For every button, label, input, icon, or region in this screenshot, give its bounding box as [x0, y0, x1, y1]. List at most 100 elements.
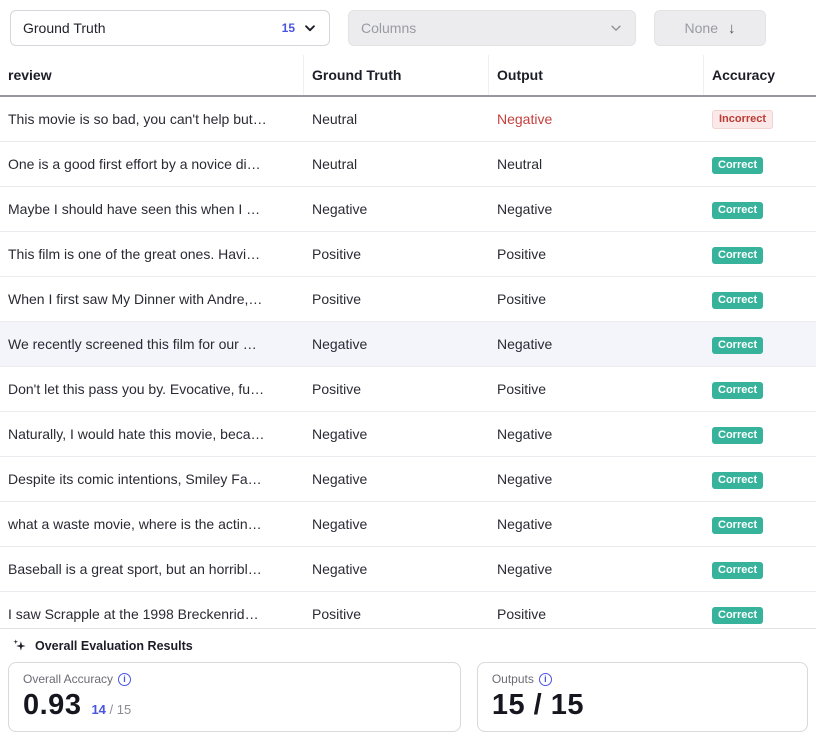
- accuracy-cell: Correct: [704, 515, 816, 534]
- outputs-card: Outputs i 15 / 15: [477, 662, 808, 732]
- ground-truth-cell: Positive: [304, 381, 489, 397]
- info-icon[interactable]: i: [118, 673, 131, 686]
- chevron-down-icon: [303, 21, 317, 35]
- accuracy-numerator: 14: [91, 702, 105, 717]
- columns-dropdown[interactable]: Columns: [348, 10, 636, 46]
- accuracy-badge: Correct: [712, 562, 763, 579]
- output-cell: Neutral: [489, 156, 704, 172]
- sort-button-label: None: [685, 20, 718, 36]
- accuracy-badge: Incorrect: [712, 110, 773, 129]
- ground-truth-cell: Positive: [304, 291, 489, 307]
- output-cell: Negative: [489, 471, 704, 487]
- table-row[interactable]: Despite its comic intentions, Smiley Fa……: [0, 457, 816, 502]
- accuracy-cell: Correct: [704, 605, 816, 624]
- review-cell: One is a good first effort by a novice d…: [0, 156, 304, 172]
- ground-truth-cell: Negative: [304, 201, 489, 217]
- output-cell: Negative: [489, 111, 704, 127]
- accuracy-cell: Correct: [704, 245, 816, 264]
- accuracy-badge: Correct: [712, 517, 763, 534]
- toolbar: Ground Truth 15 Columns None ↓: [0, 0, 816, 55]
- review-cell: When I first saw My Dinner with Andre,…: [0, 291, 304, 307]
- accuracy-badge: Correct: [712, 607, 763, 624]
- footer-title-row: Overall Evaluation Results: [0, 629, 816, 660]
- accuracy-denominator: / 15: [110, 702, 132, 717]
- review-cell: We recently screened this film for our …: [0, 336, 304, 352]
- output-cell: Negative: [489, 336, 704, 352]
- table-header-row: review Ground Truth Output Accuracy: [0, 55, 816, 97]
- accuracy-badge: Correct: [712, 427, 763, 444]
- sort-button[interactable]: None ↓: [654, 10, 766, 46]
- review-cell: This film is one of the great ones. Havi…: [0, 246, 304, 262]
- summary-cards: Overall Accuracy i 0.93 14 / 15 Outputs …: [0, 660, 816, 740]
- output-cell: Positive: [489, 246, 704, 262]
- overall-accuracy-card: Overall Accuracy i 0.93 14 / 15: [8, 662, 461, 732]
- column-header-review[interactable]: review: [0, 55, 304, 95]
- ground-truth-cell: Negative: [304, 426, 489, 442]
- accuracy-badge: Correct: [712, 472, 763, 489]
- table-row[interactable]: When I first saw My Dinner with Andre,… …: [0, 277, 816, 322]
- output-cell: Positive: [489, 291, 704, 307]
- column-header-ground-truth[interactable]: Ground Truth: [304, 55, 489, 95]
- accuracy-badge: Correct: [712, 337, 763, 354]
- ground-truth-dropdown[interactable]: Ground Truth 15: [10, 10, 330, 46]
- review-cell: Maybe I should have seen this when I …: [0, 201, 304, 217]
- accuracy-badge: Correct: [712, 202, 763, 219]
- accuracy-badge: Correct: [712, 292, 763, 309]
- table-row[interactable]: Don't let this pass you by. Evocative, f…: [0, 367, 816, 412]
- output-cell: Positive: [489, 381, 704, 397]
- output-cell: Positive: [489, 606, 704, 622]
- review-cell: Don't let this pass you by. Evocative, f…: [0, 381, 304, 397]
- column-header-output[interactable]: Output: [489, 55, 704, 95]
- column-header-accuracy[interactable]: Accuracy: [704, 55, 816, 95]
- arrow-down-icon: ↓: [728, 20, 736, 37]
- ground-truth-cell: Neutral: [304, 156, 489, 172]
- overall-accuracy-label: Overall Accuracy: [23, 672, 113, 686]
- accuracy-cell: Correct: [704, 470, 816, 489]
- results-table: review Ground Truth Output Accuracy This…: [0, 55, 816, 628]
- output-cell: Negative: [489, 516, 704, 532]
- table-row[interactable]: Baseball is a great sport, but an horrib…: [0, 547, 816, 592]
- review-cell: what a waste movie, where is the actin…: [0, 516, 304, 532]
- table-row[interactable]: This movie is so bad, you can't help but…: [0, 97, 816, 142]
- accuracy-cell: Correct: [704, 335, 816, 354]
- columns-dropdown-label: Columns: [361, 20, 416, 36]
- ground-truth-count-badge: 15: [282, 21, 303, 35]
- outputs-label: Outputs: [492, 672, 534, 686]
- info-icon[interactable]: i: [539, 673, 552, 686]
- sparkles-icon: [12, 638, 27, 653]
- review-cell: This movie is so bad, you can't help but…: [0, 111, 304, 127]
- table-row[interactable]: Maybe I should have seen this when I … N…: [0, 187, 816, 232]
- review-cell: Despite its comic intentions, Smiley Fa…: [0, 471, 304, 487]
- table-row[interactable]: One is a good first effort by a novice d…: [0, 142, 816, 187]
- table-row[interactable]: We recently screened this film for our ……: [0, 322, 816, 367]
- output-cell: Negative: [489, 426, 704, 442]
- table-body: This movie is so bad, you can't help but…: [0, 97, 816, 628]
- accuracy-cell: Correct: [704, 380, 816, 399]
- table-row[interactable]: what a waste movie, where is the actin… …: [0, 502, 816, 547]
- footer-title: Overall Evaluation Results: [35, 639, 193, 653]
- ground-truth-cell: Neutral: [304, 111, 489, 127]
- overall-accuracy-fraction: 14 / 15: [91, 702, 131, 717]
- accuracy-badge: Correct: [712, 247, 763, 264]
- review-cell: I saw Scrapple at the 1998 Breckenrid…: [0, 606, 304, 622]
- ground-truth-cell: Negative: [304, 336, 489, 352]
- ground-truth-dropdown-label: Ground Truth: [23, 20, 106, 36]
- accuracy-badge: Correct: [712, 157, 763, 174]
- review-cell: Baseball is a great sport, but an horrib…: [0, 561, 304, 577]
- ground-truth-cell: Negative: [304, 471, 489, 487]
- accuracy-cell: Correct: [704, 290, 816, 309]
- table-row[interactable]: I saw Scrapple at the 1998 Breckenrid… P…: [0, 592, 816, 628]
- accuracy-cell: Correct: [704, 200, 816, 219]
- accuracy-badge: Correct: [712, 382, 763, 399]
- review-cell: Naturally, I would hate this movie, beca…: [0, 426, 304, 442]
- overall-evaluation-footer: Overall Evaluation Results Overall Accur…: [0, 628, 816, 740]
- accuracy-cell: Incorrect: [704, 109, 816, 129]
- table-row[interactable]: This film is one of the great ones. Havi…: [0, 232, 816, 277]
- ground-truth-cell: Negative: [304, 516, 489, 532]
- output-cell: Negative: [489, 201, 704, 217]
- ground-truth-cell: Positive: [304, 606, 489, 622]
- ground-truth-cell: Positive: [304, 246, 489, 262]
- outputs-value: 15 / 15: [492, 689, 584, 722]
- table-row[interactable]: Naturally, I would hate this movie, beca…: [0, 412, 816, 457]
- chevron-down-icon: [609, 21, 623, 35]
